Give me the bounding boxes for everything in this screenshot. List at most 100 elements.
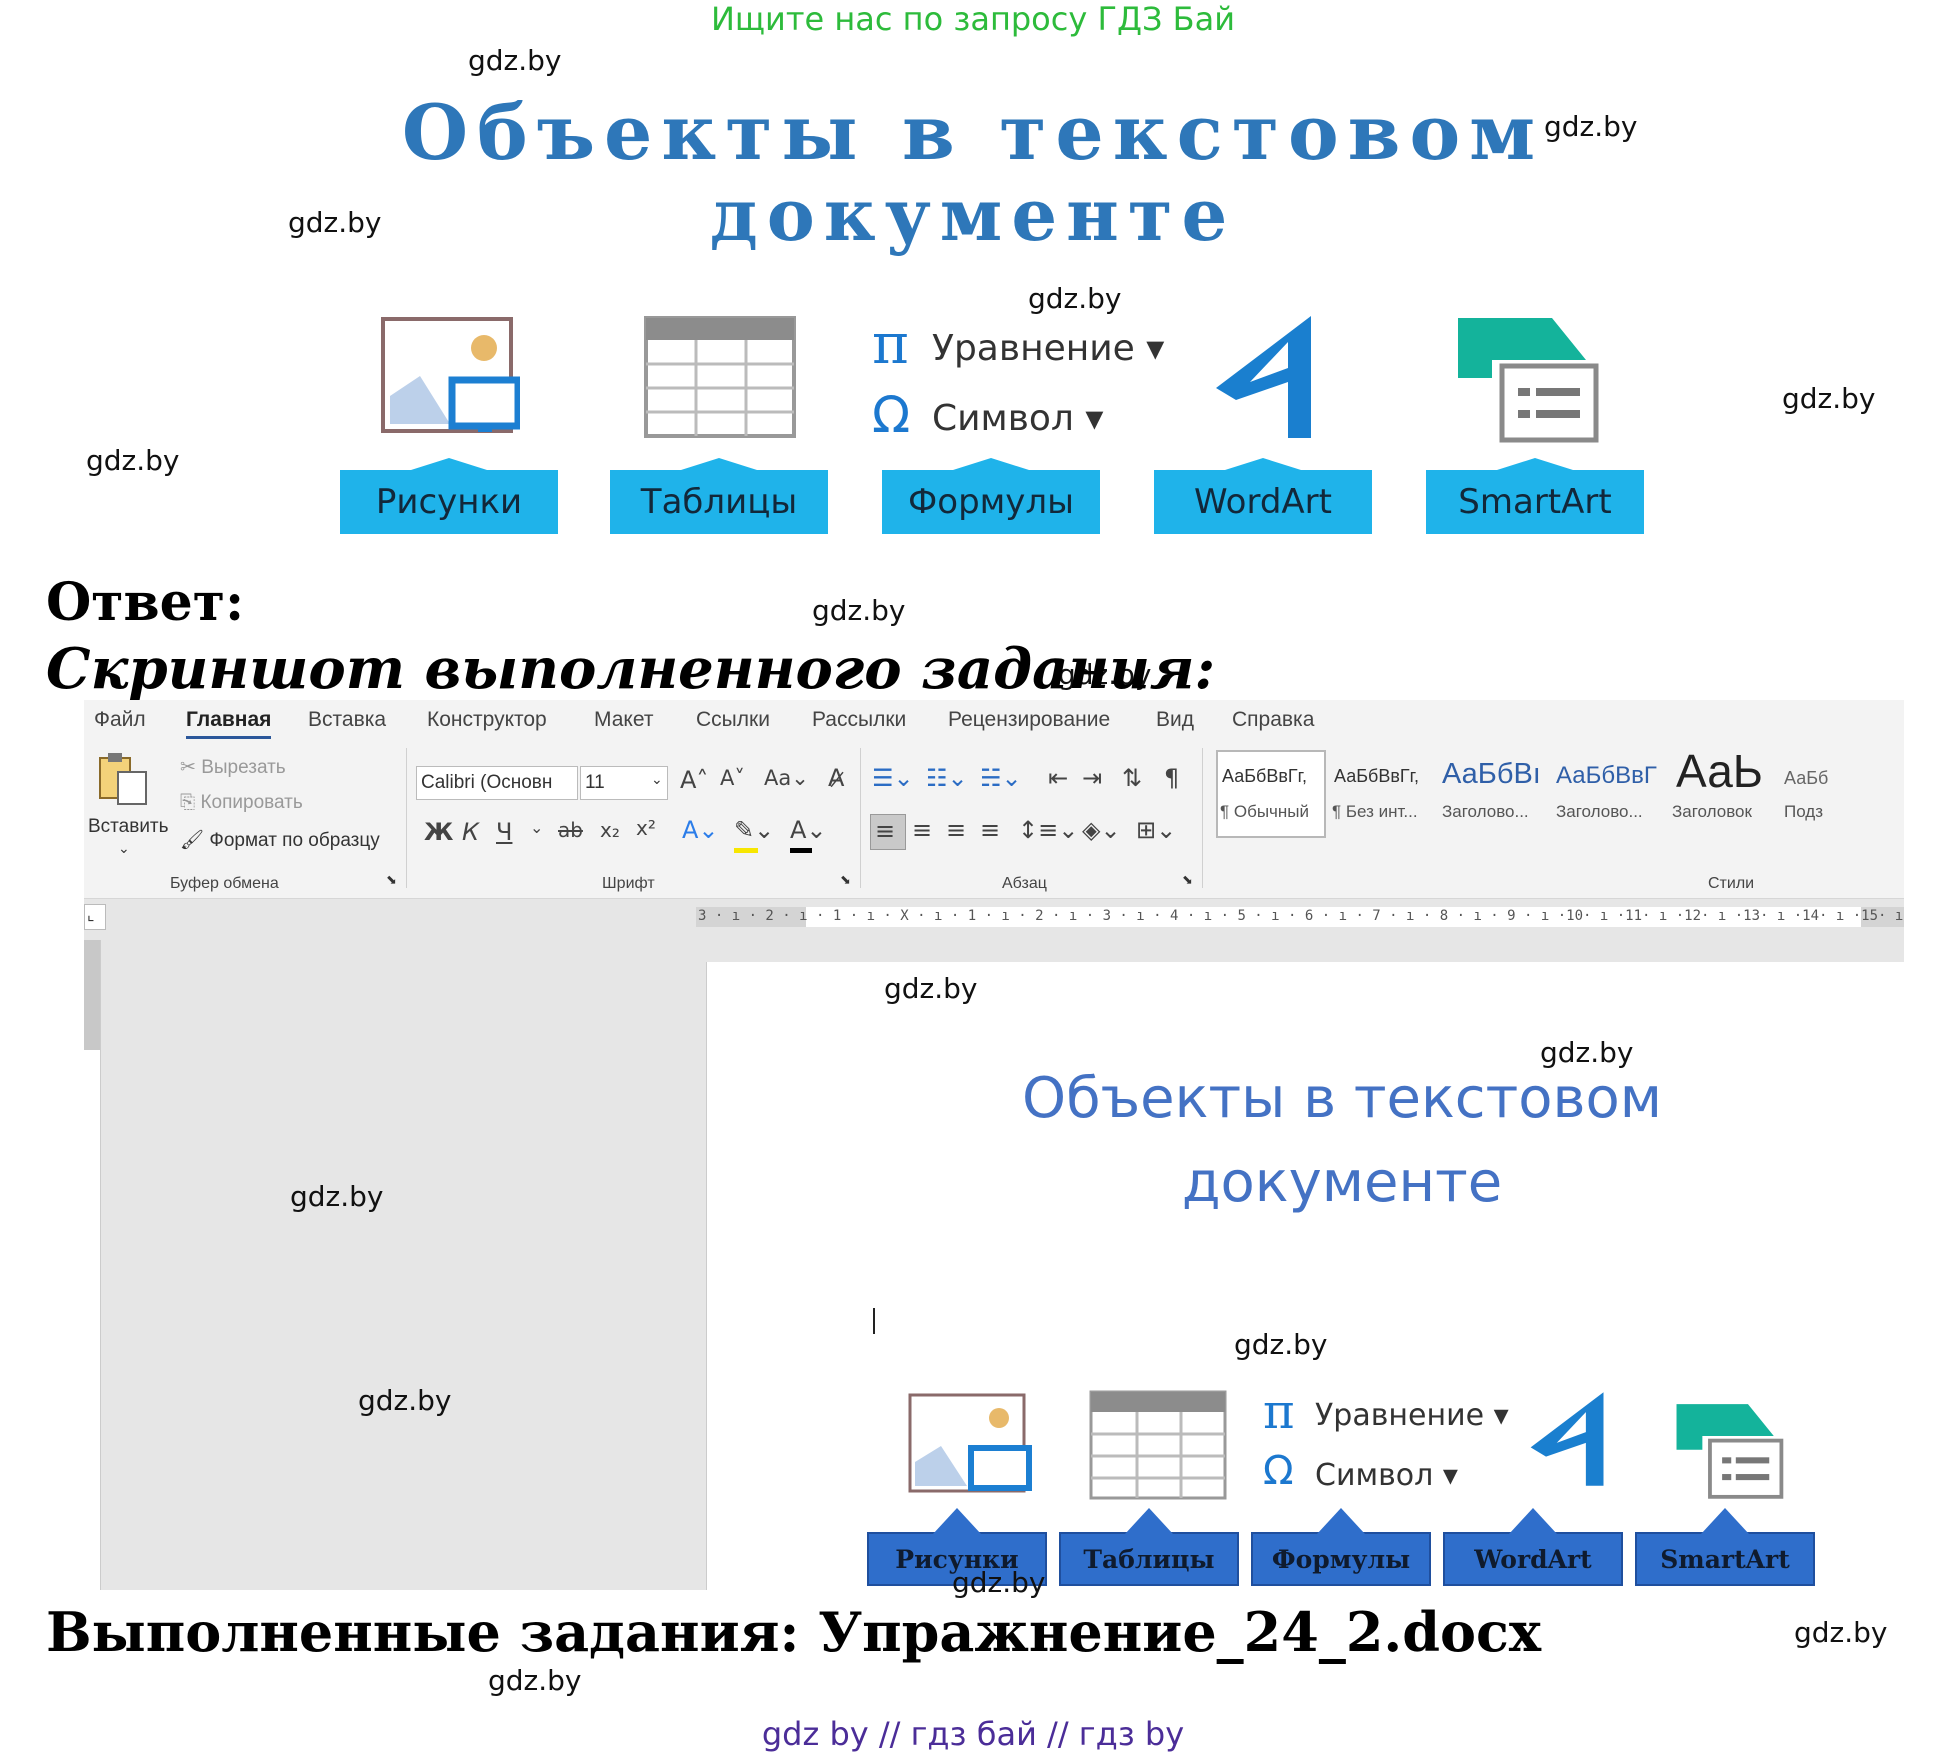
wordart-icon (1523, 1386, 1615, 1492)
tab-selector[interactable]: ⌞ (84, 904, 106, 930)
menu-home[interactable]: Главная (186, 708, 272, 739)
font-color-bar (790, 848, 812, 853)
cut-button[interactable]: ✂ Вырезать (180, 756, 286, 779)
underline-button[interactable]: Ч (496, 818, 512, 846)
paste-dropdown-icon[interactable]: ⌄ (118, 840, 130, 857)
chevron-down-icon: ⌄ (651, 771, 663, 787)
dialog-launcher-icon[interactable]: ⬊ (840, 872, 851, 888)
menu-help[interactable]: Справка (1232, 708, 1314, 732)
symbol-label: Символ ▾ (1315, 1458, 1458, 1493)
document-page[interactable]: Объекты в текстовом документе π Уравнени… (706, 962, 1904, 1590)
menu-design[interactable]: Конструктор (427, 708, 547, 732)
bold-button[interactable]: Ж (424, 818, 453, 846)
ruler-margin (84, 940, 100, 1050)
group-font: Шрифт (602, 875, 655, 892)
multilevel-list-icon[interactable]: ☵⌄ (980, 764, 1022, 792)
label-tables: Таблицы (610, 458, 828, 534)
watermark: gdz.by (468, 44, 562, 77)
underline-dropdown-icon[interactable]: ⌄ (530, 818, 543, 837)
text-cursor (873, 1308, 875, 1334)
format-painter-button[interactable]: 🖌 Формат по образцу (180, 828, 380, 852)
increase-indent-icon[interactable]: ⇥ (1082, 764, 1102, 792)
wordart-icon (1206, 312, 1326, 442)
menu-file[interactable]: Файл (94, 708, 146, 732)
menu-insert[interactable]: Вставка (308, 708, 386, 732)
ribbon: Вставить ⌄ ✂ Вырезать ⎘ Копировать 🖌 Фор… (84, 740, 1904, 899)
smartart-icon (1675, 1402, 1789, 1502)
align-center-icon[interactable]: ≡ (912, 816, 932, 844)
tab-stop-icon: ⌞ (87, 907, 95, 924)
decrease-indent-icon[interactable]: ⇤ (1048, 764, 1068, 792)
label-smartart: SmartArt (1426, 458, 1644, 534)
font-name-select[interactable]: Calibri (Основн (416, 766, 578, 800)
copy-button[interactable]: ⎘ Копировать (180, 792, 303, 814)
smartart-icon (1456, 316, 1606, 446)
change-case-button[interactable]: Aa⌄ (764, 766, 809, 790)
style-title[interactable]: АаЬ Заголовок (1670, 744, 1774, 828)
menu-review[interactable]: Рецензирование (948, 708, 1110, 732)
highlight-color-bar (734, 848, 758, 853)
label-wordart: WordArt (1154, 458, 1372, 534)
horizontal-ruler[interactable]: 3 · ı · 2 · ı · 1 · ı · X · ı · 1 · ı · … (696, 907, 1904, 927)
superscript-icon[interactable]: x² (636, 816, 656, 840)
style-no-spacing[interactable]: АаБбВвГг, ¶ Без инт... (1330, 750, 1434, 834)
menu-references[interactable]: Ссылки (696, 708, 770, 732)
highlight-icon[interactable]: ✎⌄ (734, 816, 774, 844)
vertical-ruler[interactable] (84, 940, 101, 1590)
exercise-title-line2: документе (709, 172, 1237, 257)
completed-tasks-line: Выполненные задания: Упражнение_24_2.doc… (46, 1600, 1542, 1664)
style-heading-2[interactable]: АаБбВвГ Заголово... (1554, 750, 1664, 834)
word-window: Файл Главная Вставка Конструктор Макет С… (84, 700, 1904, 1590)
shrink-font-icon[interactable]: A˅ (720, 766, 745, 790)
font-color-icon[interactable]: A⌄ (790, 816, 827, 844)
menu-layout[interactable]: Макет (594, 708, 653, 732)
pictures-icon (380, 316, 522, 436)
dialog-launcher-icon[interactable]: ⬊ (1182, 872, 1193, 888)
numbering-icon[interactable]: ☷⌄ (926, 764, 968, 792)
menu-mailings[interactable]: Рассылки (812, 708, 906, 732)
dialog-launcher-icon[interactable]: ⬊ (386, 872, 397, 888)
group-paragraph: Абзац (1002, 875, 1047, 892)
label-pictures: Рисунки (340, 458, 558, 534)
paste-button[interactable]: Вставить (88, 816, 169, 838)
subscript-icon[interactable]: x₂ (600, 818, 620, 842)
doc-label-formulas: Формулы (1251, 1508, 1431, 1586)
menu-bar: Файл Главная Вставка Конструктор Макет С… (84, 700, 1904, 740)
watermark: gdz.by (290, 1180, 384, 1213)
justify-icon[interactable]: ≡ (980, 816, 1000, 844)
sort-icon[interactable]: ⇅ (1122, 764, 1142, 792)
italic-button[interactable]: К (462, 818, 479, 846)
borders-icon[interactable]: ⊞⌄ (1136, 816, 1176, 844)
table-icon (1089, 1390, 1229, 1502)
style-heading-1[interactable]: АаБбВı Заголово... (1440, 750, 1550, 834)
label-formulas: Формулы (882, 458, 1100, 534)
top-banner: Ищите нас по запросу ГДЗ Бай (710, 0, 1236, 38)
group-styles: Стили (1708, 875, 1755, 892)
pi-icon: π (872, 312, 909, 377)
align-left-button[interactable]: ≡ (870, 814, 906, 850)
doc-label-wordart: WordArt (1443, 1508, 1623, 1586)
line-spacing-icon[interactable]: ↕≡⌄ (1018, 816, 1078, 844)
align-right-icon[interactable]: ≡ (946, 816, 966, 844)
style-subtitle[interactable]: АаБб Подз (1780, 750, 1904, 834)
watermark: gdz.by (1782, 382, 1876, 415)
clear-format-icon[interactable]: A̷ (828, 764, 844, 792)
strikethrough-icon[interactable]: ab (558, 818, 583, 842)
pilcrow-icon[interactable]: ¶ (1164, 764, 1179, 792)
grow-font-icon[interactable]: A˄ (680, 766, 708, 794)
font-size-select[interactable]: 11 ⌄ (580, 766, 668, 800)
bullets-icon[interactable]: ☰⌄ (872, 764, 914, 792)
shading-icon[interactable]: ◈⌄ (1082, 816, 1121, 844)
doc-title-line1: Объекты в текстовом (1022, 1066, 1662, 1131)
answer-heading: Ответ: (46, 572, 245, 633)
menu-view[interactable]: Вид (1156, 708, 1194, 732)
style-normal[interactable]: АаБбВвГг, ¶ Обычный (1216, 750, 1326, 838)
equation-label: Уравнение ▾ (932, 328, 1165, 369)
clipboard-icon[interactable] (96, 750, 150, 806)
doc-label-tables: Таблицы (1059, 1508, 1239, 1586)
watermark: gdz.by (1028, 282, 1122, 315)
text-effects-icon[interactable]: A⌄ (682, 816, 719, 844)
watermark: gdz.by (812, 594, 906, 627)
align-left-icon: ≡ (875, 817, 896, 845)
divider (860, 748, 861, 888)
